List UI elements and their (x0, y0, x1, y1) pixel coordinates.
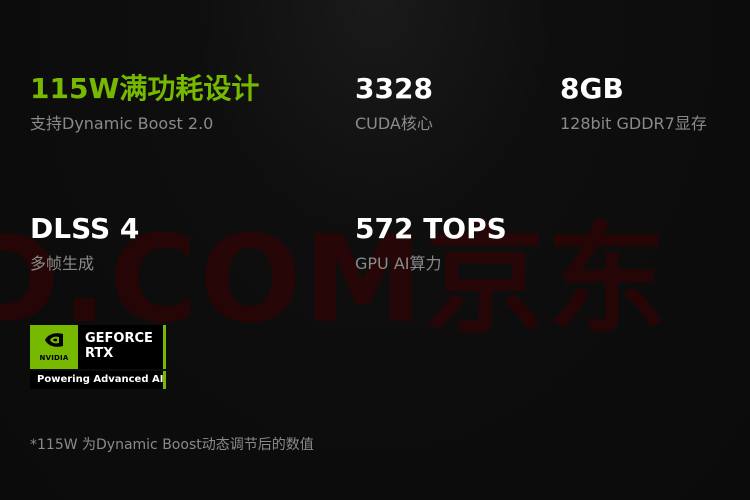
badge-brand-geforce: GEFORCE (85, 331, 153, 346)
spec-memory: 8GB 128bit GDDR7显存 (560, 72, 707, 134)
spec-dlss-value: DLSS 4 (30, 212, 140, 245)
spec-cuda-label: CUDA核心 (355, 114, 433, 133)
badge-brand: GEFORCE RTX (85, 331, 153, 361)
nvidia-eye-icon (45, 333, 63, 347)
spec-power-label: 支持Dynamic Boost 2.0 (30, 114, 214, 133)
spec-cuda-value: 3328 (355, 72, 433, 105)
badge-bottom: Powering Advanced AI (30, 371, 166, 389)
spec-ai-tops: 572 TOPS GPU AI算力 (355, 212, 507, 274)
spec-dlss-label: 多帧生成 (30, 254, 95, 273)
geforce-rtx-badge: NVIDIA GEFORCE RTX Powering Advanced AI (30, 325, 166, 389)
spec-memory-label: 128bit GDDR7显存 (560, 114, 707, 133)
spec-ai-tops-label: GPU AI算力 (355, 254, 442, 273)
badge-tagline: Powering Advanced AI (37, 374, 164, 385)
badge-brand-rtx: RTX (85, 346, 114, 361)
nvidia-logo: NVIDIA (30, 325, 78, 369)
spec-dlss: DLSS 4 多帧生成 (30, 212, 139, 274)
spec-power: 115W满功耗设计 支持Dynamic Boost 2.0 (30, 72, 259, 134)
spec-memory-value: 8GB (560, 72, 624, 105)
spec-cuda: 3328 CUDA核心 (355, 72, 433, 134)
nvidia-logo-text: NVIDIA (39, 354, 69, 362)
spec-power-value: 115W满功耗设计 (30, 72, 260, 105)
badge-top: NVIDIA GEFORCE RTX (30, 325, 166, 369)
product-spec-page: D.COM京东 115W满功耗设计 支持Dynamic Boost 2.0 33… (0, 0, 750, 500)
footnote: *115W 为Dynamic Boost动态调节后的数值 (30, 437, 314, 453)
spec-ai-tops-value: 572 TOPS (355, 212, 507, 245)
